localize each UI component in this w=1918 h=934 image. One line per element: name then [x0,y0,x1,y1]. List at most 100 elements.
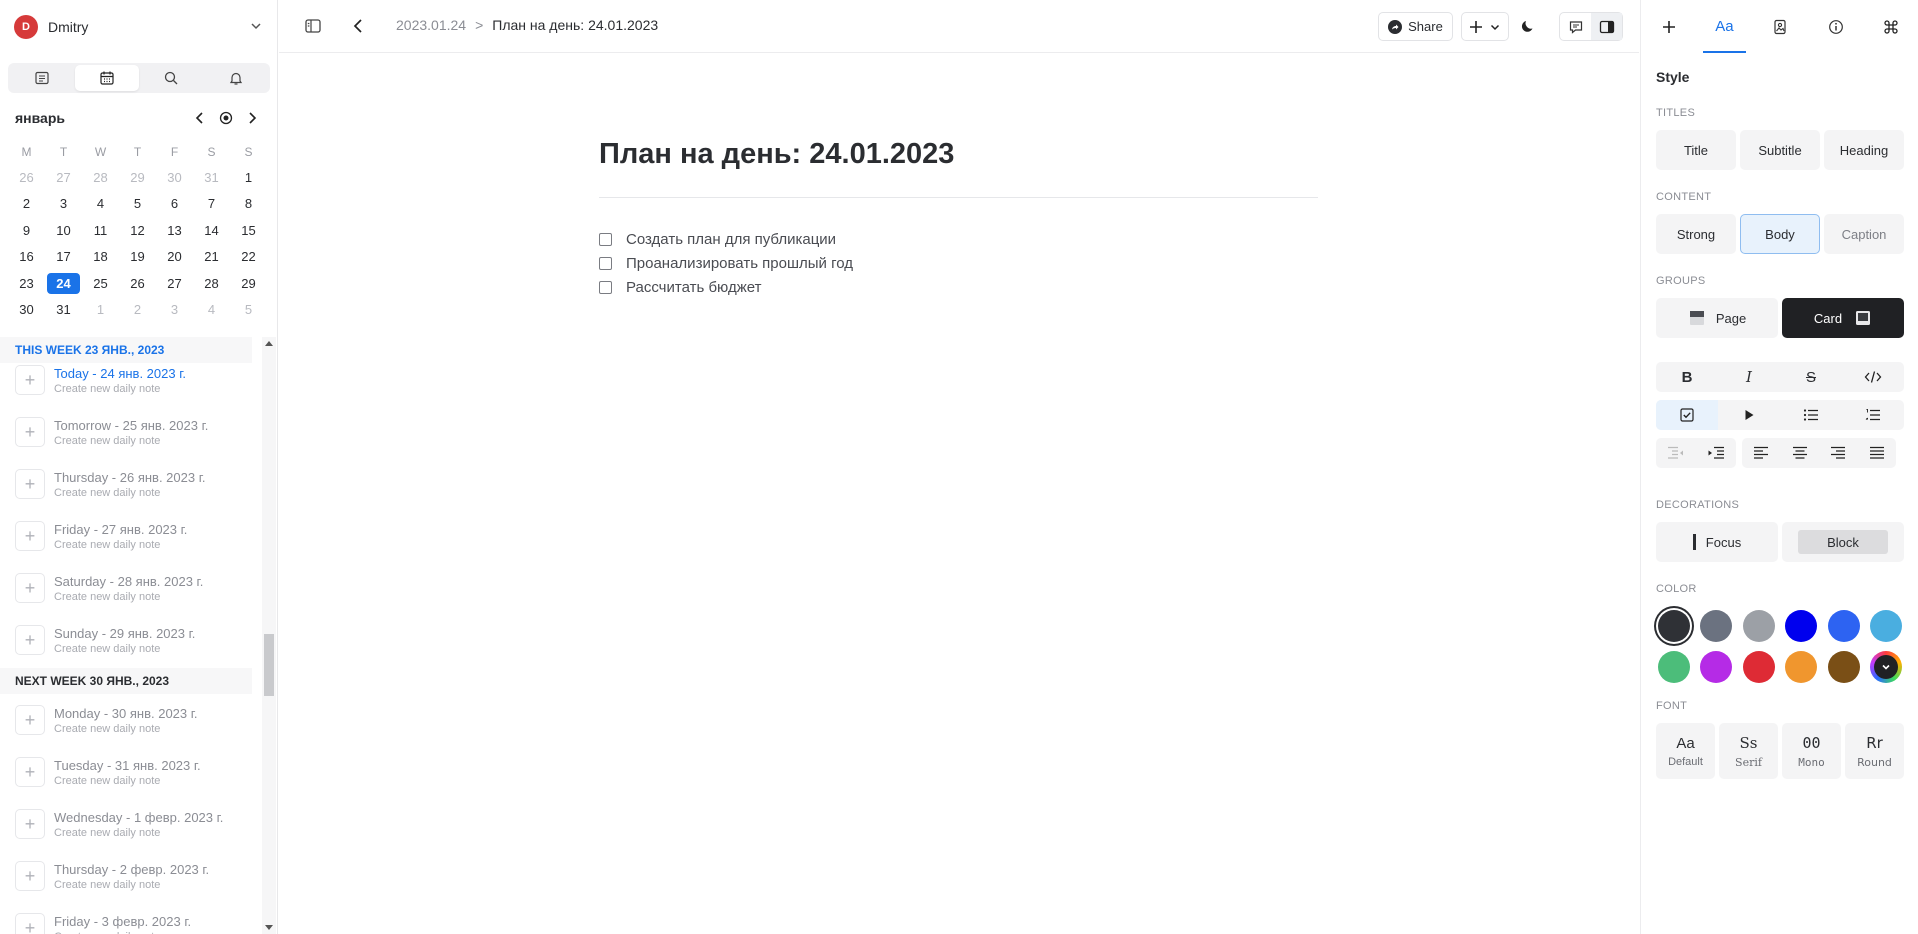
daily-note-item[interactable]: + Thursday - 26 янв. 2023 г. Create new da… [0,458,262,510]
style-caption-button[interactable]: Caption [1824,214,1904,254]
task-label[interactable]: Создать план для публикации [626,231,836,248]
calendar-day[interactable]: 2 [8,191,45,218]
calendar-day[interactable]: 17 [45,244,82,271]
calendar-day[interactable]: 22 [230,244,267,271]
daily-note-item[interactable]: + Tuesday - 31 янв. 2023 г. Create new dai… [0,746,262,798]
task-checkbox[interactable] [599,256,612,270]
calendar-day[interactable]: 29 [119,164,156,191]
font-mono-button[interactable]: 00 Mono [1782,723,1841,779]
bold-button[interactable]: B [1656,362,1718,392]
add-menu-button[interactable] [1461,12,1509,41]
calendar-day-today[interactable]: 24 [45,270,82,297]
tab-commands[interactable] [1863,0,1918,53]
tab-media[interactable] [1752,0,1808,53]
tab-notes[interactable] [10,65,75,91]
dark-mode-button[interactable] [1514,12,1542,40]
plus-icon[interactable]: + [15,809,45,839]
plus-icon[interactable]: + [15,573,45,603]
outdent-button[interactable] [1656,438,1696,468]
calendar-day[interactable]: 29 [230,270,267,297]
scroll-up-arrow[interactable] [265,341,273,346]
calendar-day[interactable]: 21 [193,244,230,271]
align-center-button[interactable] [1781,438,1820,468]
calendar-day[interactable]: 3 [45,191,82,218]
plus-icon[interactable]: + [15,417,45,447]
plus-icon[interactable]: + [15,913,45,934]
plus-icon[interactable]: + [15,757,45,787]
calendar-day[interactable]: 28 [82,164,119,191]
italic-button[interactable]: I [1718,362,1780,392]
calendar-day[interactable]: 19 [119,244,156,271]
plus-icon[interactable]: + [15,469,45,499]
calendar-day[interactable]: 27 [156,270,193,297]
tab-calendar[interactable] [74,65,139,91]
prev-month-button[interactable] [189,107,211,129]
calendar-day[interactable]: 25 [82,270,119,297]
calendar-day[interactable]: 9 [8,217,45,244]
calendar-day[interactable]: 31 [45,297,82,324]
calendar-day[interactable]: 12 [119,217,156,244]
calendar-day[interactable]: 10 [45,217,82,244]
calendar-day[interactable]: 13 [156,217,193,244]
calendar-day[interactable]: 20 [156,244,193,271]
plus-icon[interactable]: + [15,521,45,551]
code-button[interactable] [1842,362,1904,392]
calendar-day[interactable]: 5 [119,191,156,218]
color-swatch[interactable] [1785,610,1818,642]
scroll-down-arrow[interactable] [265,925,273,930]
daily-note-item[interactable]: + Wednesday - 1 февр. 2023 г. Create new d… [0,798,262,850]
back-button[interactable] [345,12,373,40]
page-title[interactable]: План на день: 24.01.2023 [599,138,954,171]
align-left-button[interactable] [1742,438,1781,468]
group-card-button[interactable]: Card [1782,298,1904,338]
tab-style[interactable]: Aa [1697,0,1753,53]
comments-button[interactable] [1560,13,1591,40]
calendar-day[interactable]: 27 [45,164,82,191]
calendar-day[interactable]: 11 [82,217,119,244]
font-default-button[interactable]: Aa Default [1656,723,1715,779]
user-switcher[interactable]: D Dmitry [14,14,264,40]
task-checkbox[interactable] [599,280,612,294]
scroll-thumb[interactable] [264,634,274,696]
right-panel-button[interactable] [1591,13,1622,40]
toggle-list-button[interactable] [1718,400,1780,430]
calendar-day[interactable]: 30 [8,297,45,324]
style-body-button[interactable]: Body [1740,214,1820,254]
color-swatch[interactable] [1827,610,1860,642]
calendar-day[interactable]: 5 [230,297,267,324]
breadcrumb-parent[interactable]: 2023.01.24 [396,17,466,33]
calendar-day[interactable]: 14 [193,217,230,244]
calendar-day[interactable]: 15 [230,217,267,244]
daily-note-item[interactable]: + Tomorrow - 25 янв. 2023 г. Create new da… [0,406,262,458]
tab-search[interactable] [139,65,204,91]
calendar-day[interactable]: 2 [119,297,156,324]
sidebar-scrollbar[interactable] [262,337,276,934]
calendar-day[interactable]: 18 [82,244,119,271]
plus-icon[interactable]: + [15,365,45,395]
calendar-day[interactable]: 4 [193,297,230,324]
group-page-button[interactable]: Page [1656,298,1778,338]
calendar-day[interactable]: 7 [193,191,230,218]
checklist-button[interactable] [1656,400,1718,430]
plus-icon[interactable]: + [15,861,45,891]
toggle-sidebar-button[interactable] [299,12,327,40]
align-justify-button[interactable] [1858,438,1897,468]
next-month-button[interactable] [241,107,263,129]
calendar-day[interactable]: 3 [156,297,193,324]
daily-note-item[interactable]: + Saturday - 28 янв. 2023 г. Create new da… [0,562,262,614]
calendar-day[interactable]: 4 [82,191,119,218]
strikethrough-button[interactable]: S [1780,362,1842,392]
plus-icon[interactable]: + [15,625,45,655]
calendar-day[interactable]: 30 [156,164,193,191]
color-swatch[interactable] [1658,610,1690,642]
calendar-day[interactable]: 8 [230,191,267,218]
calendar-day[interactable]: 23 [8,270,45,297]
daily-note-item[interactable]: + Today - 24 янв. 2023 г. Create new daily… [0,354,262,406]
color-swatch[interactable] [1658,651,1690,683]
calendar-day[interactable]: 6 [156,191,193,218]
color-swatch[interactable] [1700,610,1733,642]
plus-icon[interactable]: + [15,705,45,735]
calendar-day[interactable]: 28 [193,270,230,297]
task-checkbox[interactable] [599,232,612,246]
style-strong-button[interactable]: Strong [1656,214,1736,254]
